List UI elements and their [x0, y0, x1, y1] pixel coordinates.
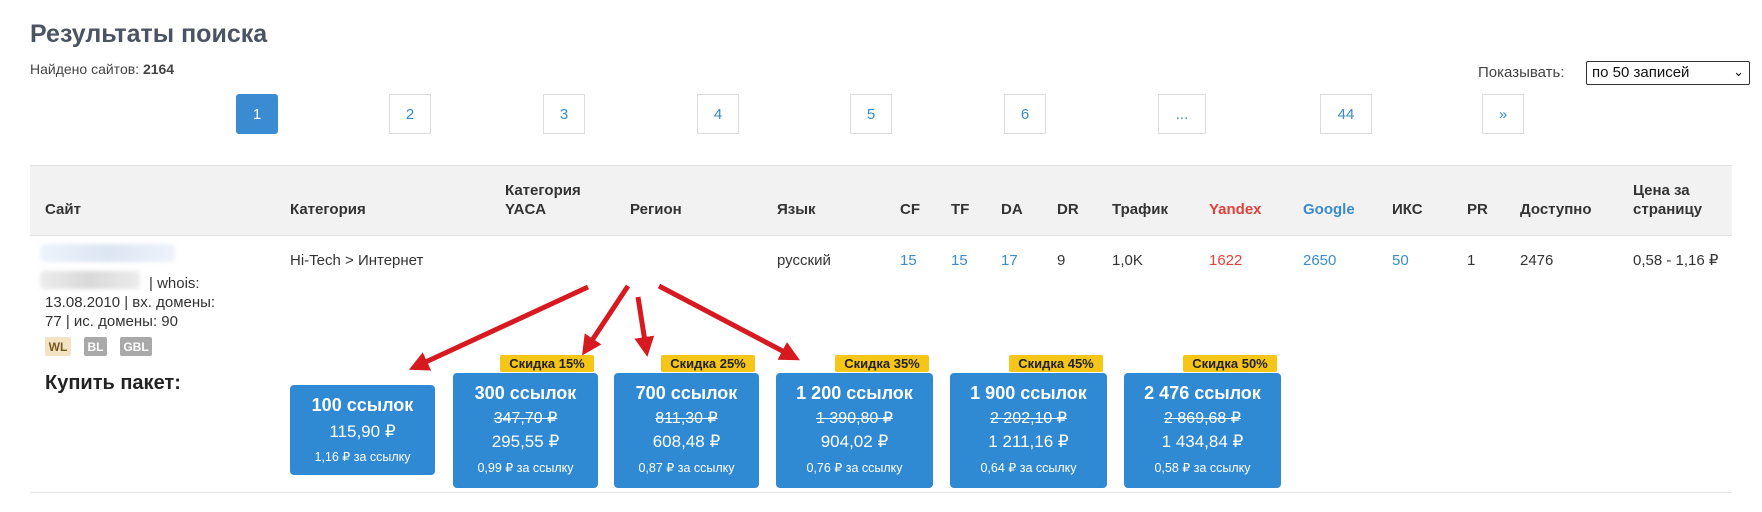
package-1900[interactable]: 1 900 ссылок 2 202,10 ₽ 1 211,16 ₽ 0,64 …: [950, 373, 1107, 488]
package-price: 608,48 ₽: [652, 432, 721, 451]
package-1200[interactable]: 1 200 ссылок 1 390,80 ₽ 904,02 ₽ 0,76 ₽ …: [776, 373, 933, 488]
package-100[interactable]: 100 ссылок 115,90 ₽ 1,16 ₽ за ссылку: [290, 385, 435, 475]
package-links: 1 200 ссылок: [796, 383, 913, 403]
package-per-link: 1,16 ₽ за ссылку: [314, 450, 411, 464]
discount-badge: Скидка 15%: [500, 355, 594, 372]
arrow-to-package-3: [634, 296, 655, 357]
package-700[interactable]: 700 ссылок 811,30 ₽ 608,48 ₽ 0,87 ₽ за с…: [614, 373, 759, 488]
package-per-link: 0,87 ₽ за ссылку: [638, 461, 735, 475]
package-price: 295,55 ₽: [491, 432, 560, 451]
package-price: 115,90 ₽: [329, 422, 396, 441]
package-old-price: 2 869,68 ₽: [1164, 410, 1241, 427]
package-old-price: 1 390,80 ₽: [816, 410, 893, 427]
package-2476[interactable]: 2 476 ссылок 2 869,68 ₽ 1 434,84 ₽ 0,58 …: [1124, 373, 1281, 488]
package-links: 2 476 ссылок: [1144, 383, 1261, 403]
package-per-link: 0,58 ₽ за ссылку: [1154, 461, 1251, 475]
package-old-price: 811,30 ₽: [655, 410, 718, 427]
package-links: 300 ссылок: [474, 383, 577, 403]
package-links: 700 ссылок: [635, 383, 738, 403]
package-per-link: 0,64 ₽ за ссылку: [980, 461, 1077, 475]
package-per-link: 0,99 ₽ за ссылку: [477, 461, 574, 475]
arrow-to-package-2: [582, 284, 631, 356]
discount-badge: Скидка 50%: [1183, 355, 1277, 372]
package-links: 1 900 ссылок: [970, 383, 1087, 403]
package-price: 1 211,16 ₽: [988, 432, 1069, 451]
package-price: 904,02 ₽: [820, 432, 889, 451]
discount-badge: Скидка 35%: [835, 355, 929, 372]
package-price: 1 434,84 ₽: [1161, 432, 1244, 451]
package-per-link: 0,76 ₽ за ссылку: [806, 461, 903, 475]
discount-badge: Скидка 45%: [1009, 355, 1103, 372]
package-links: 100 ссылок: [311, 395, 414, 415]
package-old-price: 347,70 ₽: [493, 410, 558, 427]
arrow-to-package-4: [657, 283, 800, 361]
discount-badge: Скидка 25%: [661, 355, 755, 372]
package-300[interactable]: 300 ссылок 347,70 ₽ 295,55 ₽ 0,99 ₽ за с…: [453, 373, 598, 488]
row-divider: [30, 492, 1732, 493]
package-old-price: 2 202,10 ₽: [990, 410, 1067, 427]
